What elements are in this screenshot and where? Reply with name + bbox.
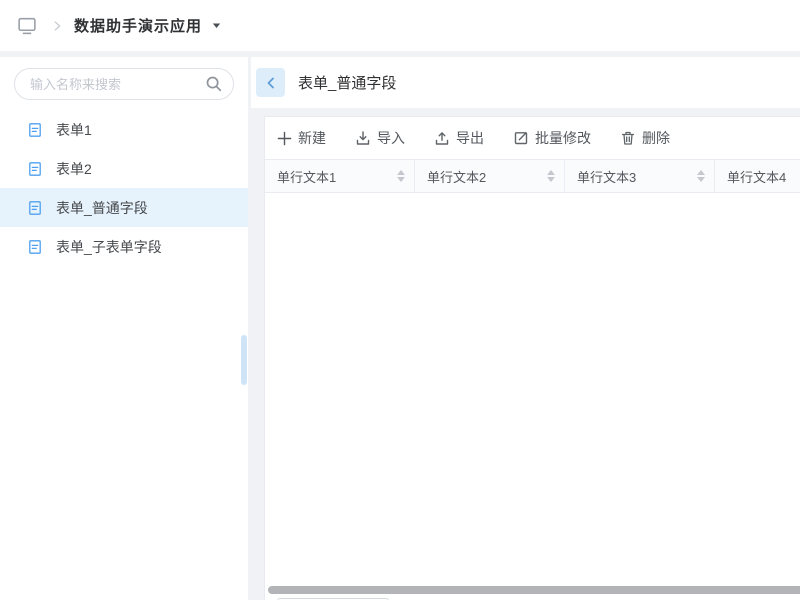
document-icon [27, 122, 43, 138]
sidebar-item-form1[interactable]: 表单1 [0, 110, 248, 149]
back-button[interactable] [256, 68, 285, 97]
sidebar-item-form-subform-fields[interactable]: 表单_子表单字段 [0, 227, 248, 266]
export-button-label: 导出 [456, 128, 484, 148]
page-title: 表单_普通字段 [298, 72, 396, 93]
edit-icon [513, 130, 529, 146]
monitor-icon[interactable] [16, 15, 38, 36]
column-header-2[interactable]: 单行文本2 [415, 160, 565, 192]
search-icon[interactable] [205, 75, 223, 93]
table-header-row: 单行文本1 单行文本2 单行文本3 单行文本4 [265, 159, 800, 193]
column-header-3[interactable]: 单行文本3 [565, 160, 715, 192]
search-box [14, 68, 234, 100]
sort-caret-icon[interactable] [697, 170, 705, 182]
sort-caret-icon[interactable] [397, 170, 405, 182]
column-label: 单行文本2 [427, 167, 486, 186]
app-title: 数据助手演示应用 [74, 15, 202, 36]
batch-edit-button-label: 批量修改 [535, 128, 591, 148]
horizontal-scrollbar-thumb[interactable] [268, 586, 800, 594]
table-card: 新建 导入 导出 [264, 116, 800, 600]
sidebar-item-label: 表单_子表单字段 [56, 237, 162, 257]
sidebar: 表单1 表单2 表单_普通字段 [0, 57, 248, 600]
content-header: 表单_普通字段 [251, 57, 800, 108]
export-button[interactable]: 导出 [434, 128, 484, 148]
column-header-4[interactable]: 单行文本4 [715, 160, 800, 192]
plus-icon [277, 131, 292, 146]
trash-icon [620, 130, 636, 146]
form-list: 表单1 表单2 表单_普通字段 [0, 110, 248, 266]
column-label: 单行文本3 [577, 167, 636, 186]
toolbar: 新建 导入 导出 [265, 117, 800, 159]
import-button-label: 导入 [377, 128, 405, 148]
document-icon [27, 239, 43, 255]
new-button-label: 新建 [298, 128, 326, 148]
caret-down-icon[interactable] [210, 19, 223, 32]
table-body [265, 193, 800, 553]
document-icon [27, 200, 43, 216]
sidebar-item-form-normal-fields[interactable]: 表单_普通字段 [0, 188, 248, 227]
sidebar-item-label: 表单1 [56, 120, 92, 140]
column-label: 单行文本1 [277, 167, 336, 186]
topbar: 数据助手演示应用 [0, 0, 800, 51]
chevron-left-icon [263, 75, 279, 91]
sidebar-scrollbar-thumb[interactable] [241, 335, 247, 385]
document-icon [27, 161, 43, 177]
delete-button[interactable]: 删除 [620, 128, 670, 148]
new-button[interactable]: 新建 [277, 128, 326, 148]
export-icon [434, 130, 450, 146]
sort-caret-icon[interactable] [547, 170, 555, 182]
chevron-right-icon [50, 19, 64, 33]
sidebar-item-label: 表单2 [56, 159, 92, 179]
column-header-1[interactable]: 单行文本1 [265, 160, 415, 192]
batch-edit-button[interactable]: 批量修改 [513, 128, 591, 148]
search-input[interactable] [14, 68, 234, 100]
import-button[interactable]: 导入 [355, 128, 405, 148]
import-icon [355, 130, 371, 146]
sidebar-item-form2[interactable]: 表单2 [0, 149, 248, 188]
column-label: 单行文本4 [727, 167, 786, 186]
sidebar-item-label: 表单_普通字段 [56, 198, 148, 218]
delete-button-label: 删除 [642, 128, 670, 148]
